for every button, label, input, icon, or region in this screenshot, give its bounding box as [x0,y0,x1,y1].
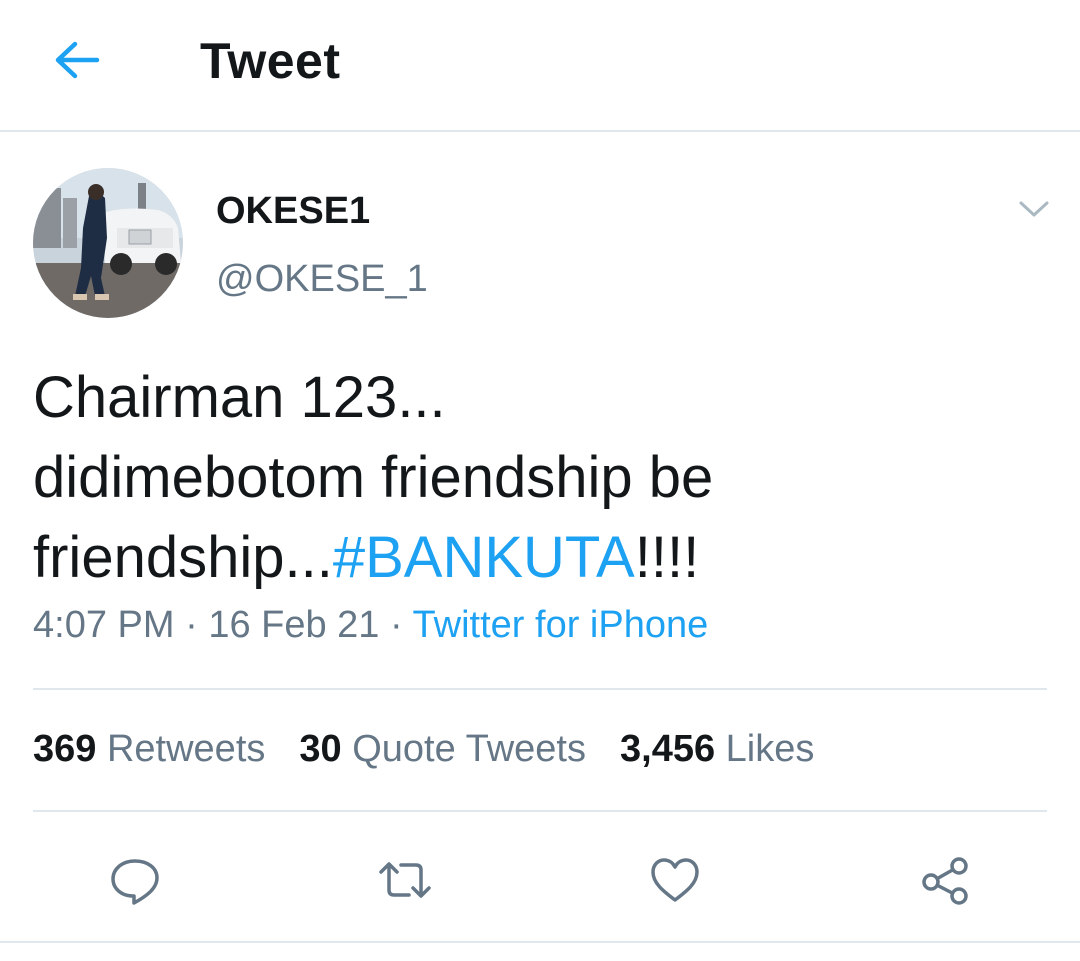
likes-count: 3,456 [620,728,716,770]
tweet-line: friendship...#BANKUTA!!!! [33,518,1033,598]
divider [33,810,1047,812]
author-handle[interactable]: @OKESE_1 [216,258,428,301]
tweet-line: Chairman 123... [33,365,446,430]
retweets-count: 369 [33,728,97,770]
reply-icon [111,859,159,905]
avatar-photo [33,168,183,318]
meta-separator: · [185,604,198,646]
more-options-button[interactable] [1012,194,1056,224]
tweet-date: 16 Feb 21 [208,604,380,646]
tweet-source-link[interactable]: Twitter for iPhone [413,604,709,646]
retweet-button[interactable] [365,840,445,920]
like-button[interactable] [635,840,715,920]
hashtag-link[interactable]: #BANKUTA [333,525,635,590]
retweet-icon [379,862,431,898]
divider [33,688,1047,690]
page-title: Tweet [200,33,341,89]
tweet-meta: 4:07 PM · 16 Feb 21 · Twitter for iPhone [33,604,708,647]
tweet-text-segment: !!!! [634,525,700,590]
author-name[interactable]: OKESE1 [216,190,370,233]
quote-tweets-count: 30 [299,728,342,770]
tweet-text: Chairman 123... didimebotom friendship b… [33,358,1033,598]
quote-tweets-label: Quote Tweets [352,728,586,770]
back-button[interactable] [50,36,104,84]
chevron-down-icon [1019,201,1049,217]
avatar[interactable] [33,168,183,318]
tweet-text-segment: friendship... [33,525,333,590]
reply-button[interactable] [95,840,175,920]
heart-icon [651,858,699,902]
top-bar: Tweet [0,0,1080,132]
tweet-time: 4:07 PM [33,604,175,646]
tweet-detail-screen: Tweet OKESE1 @OKESE_1 Chairman 123... di… [0,0,1080,961]
retweets-label: Retweets [106,728,266,770]
divider [0,941,1080,943]
likes-stat[interactable]: 3,456 Likes [620,728,814,771]
arrow-left-icon [55,41,100,79]
share-button[interactable] [905,840,985,920]
likes-label: Likes [725,728,815,770]
action-bar [0,840,1080,920]
tweet-line: didimebotom friendship be [33,445,714,510]
retweets-stat[interactable]: 369 Retweets [33,728,265,771]
quote-tweets-stat[interactable]: 30 Quote Tweets [299,728,586,771]
share-icon [922,857,968,905]
engagement-stats: 369 Retweets 30 Quote Tweets 3,456 Likes [33,728,848,771]
meta-separator: · [390,604,403,646]
